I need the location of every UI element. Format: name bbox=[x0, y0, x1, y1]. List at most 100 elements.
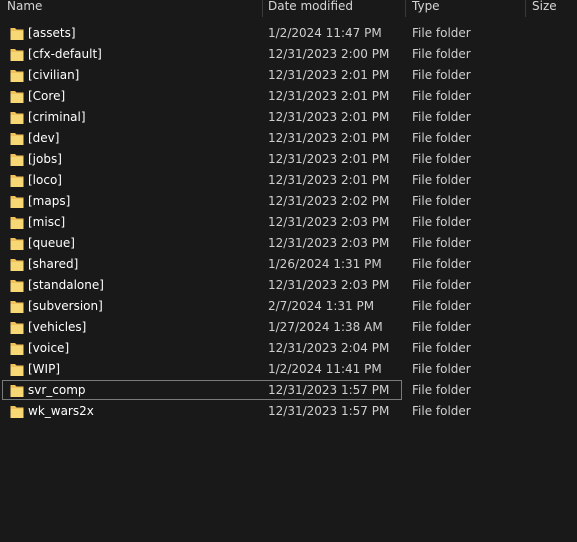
file-name[interactable]: svr_comp bbox=[28, 380, 86, 401]
file-type: File folder bbox=[412, 47, 471, 61]
file-type: File folder bbox=[412, 404, 471, 418]
folder-icon bbox=[10, 154, 24, 166]
folder-icon bbox=[10, 28, 24, 40]
column-divider[interactable] bbox=[405, 0, 406, 17]
file-row[interactable]: [shared] 1/26/2024 1:31 PM File folder bbox=[0, 254, 577, 275]
file-name[interactable]: [misc] bbox=[28, 212, 65, 233]
file-date-modified: 12/31/2023 2:02 PM bbox=[268, 194, 390, 208]
file-row[interactable]: [queue] 12/31/2023 2:03 PM File folder bbox=[0, 233, 577, 254]
file-row[interactable]: [assets] 1/2/2024 11:47 PM File folder bbox=[0, 23, 577, 44]
folder-icon bbox=[10, 385, 24, 397]
file-name[interactable]: [shared] bbox=[28, 254, 78, 275]
file-type: File folder bbox=[412, 89, 471, 103]
file-type: File folder bbox=[412, 299, 471, 313]
file-date-modified: 12/31/2023 2:01 PM bbox=[268, 152, 390, 166]
file-date-modified: 12/31/2023 2:03 PM bbox=[268, 236, 390, 250]
file-name[interactable]: [queue] bbox=[28, 233, 75, 254]
file-row[interactable]: [maps] 12/31/2023 2:02 PM File folder bbox=[0, 191, 577, 212]
file-row[interactable]: [voice] 12/31/2023 2:04 PM File folder bbox=[0, 338, 577, 359]
file-row[interactable]: [cfx-default] 12/31/2023 2:00 PM File fold… bbox=[0, 44, 577, 65]
file-name[interactable]: [assets] bbox=[28, 23, 76, 44]
file-type: File folder bbox=[412, 236, 471, 250]
column-divider[interactable] bbox=[262, 0, 263, 17]
column-header-size[interactable]: Size bbox=[532, 0, 557, 17]
file-type: File folder bbox=[412, 341, 471, 355]
file-type: File folder bbox=[412, 383, 471, 397]
file-date-modified: 1/26/2024 1:31 PM bbox=[268, 257, 382, 271]
file-type: File folder bbox=[412, 68, 471, 82]
file-date-modified: 12/31/2023 1:57 PM bbox=[268, 404, 390, 418]
file-date-modified: 1/27/2024 1:38 AM bbox=[268, 320, 383, 334]
folder-icon bbox=[10, 133, 24, 145]
file-date-modified: 12/31/2023 2:00 PM bbox=[268, 47, 390, 61]
file-type: File folder bbox=[412, 215, 471, 229]
file-type: File folder bbox=[412, 173, 471, 187]
file-name[interactable]: [civilian] bbox=[28, 65, 79, 86]
folder-icon bbox=[10, 217, 24, 229]
file-row[interactable]: [standalone] 12/31/2023 2:03 PM File folde… bbox=[0, 275, 577, 296]
folder-icon bbox=[10, 70, 24, 82]
file-row[interactable]: svr_comp 12/31/2023 1:57 PM File folder bbox=[0, 380, 577, 401]
file-type: File folder bbox=[412, 362, 471, 376]
file-name[interactable]: wk_wars2x bbox=[28, 401, 94, 422]
file-row[interactable]: [dev] 12/31/2023 2:01 PM File folder bbox=[0, 128, 577, 149]
file-type: File folder bbox=[412, 320, 471, 334]
file-name[interactable]: [subversion] bbox=[28, 296, 103, 317]
folder-icon bbox=[10, 49, 24, 61]
column-header-type[interactable]: Type bbox=[412, 0, 440, 17]
column-divider[interactable] bbox=[525, 0, 526, 17]
file-date-modified: 12/31/2023 2:01 PM bbox=[268, 131, 390, 145]
file-row[interactable]: [civilian] 12/31/2023 2:01 PM File folder bbox=[0, 65, 577, 86]
file-date-modified: 12/31/2023 2:01 PM bbox=[268, 173, 390, 187]
file-type: File folder bbox=[412, 26, 471, 40]
file-name[interactable]: [criminal] bbox=[28, 107, 86, 128]
file-name[interactable]: [WIP] bbox=[28, 359, 60, 380]
file-name[interactable]: [maps] bbox=[28, 191, 70, 212]
file-row[interactable]: [vehicles] 1/27/2024 1:38 AM File folder bbox=[0, 317, 577, 338]
file-date-modified: 1/2/2024 11:41 PM bbox=[268, 362, 382, 376]
file-date-modified: 12/31/2023 2:03 PM bbox=[268, 278, 390, 292]
folder-icon bbox=[10, 301, 24, 313]
file-date-modified: 12/31/2023 2:01 PM bbox=[268, 89, 390, 103]
folder-icon bbox=[10, 238, 24, 250]
column-header-date-modified[interactable]: Date modified bbox=[268, 0, 353, 17]
file-row[interactable]: [jobs] 12/31/2023 2:01 PM File folder bbox=[0, 149, 577, 170]
file-row[interactable]: [loco] 12/31/2023 2:01 PM File folder bbox=[0, 170, 577, 191]
folder-icon bbox=[10, 196, 24, 208]
folder-icon bbox=[10, 91, 24, 103]
file-type: File folder bbox=[412, 194, 471, 208]
file-name[interactable]: [standalone] bbox=[28, 275, 104, 296]
file-name[interactable]: [cfx-default] bbox=[28, 44, 102, 65]
file-date-modified: 12/31/2023 2:01 PM bbox=[268, 68, 390, 82]
folder-icon bbox=[10, 343, 24, 355]
file-date-modified: 1/2/2024 11:47 PM bbox=[268, 26, 382, 40]
file-row[interactable]: [Core] 12/31/2023 2:01 PM File folder bbox=[0, 86, 577, 107]
folder-icon bbox=[10, 112, 24, 124]
folder-icon bbox=[10, 259, 24, 271]
file-row[interactable]: [WIP] 1/2/2024 11:41 PM File folder bbox=[0, 359, 577, 380]
file-row[interactable]: [criminal] 12/31/2023 2:01 PM File folder bbox=[0, 107, 577, 128]
file-name[interactable]: [loco] bbox=[28, 170, 62, 191]
file-name[interactable]: [jobs] bbox=[28, 149, 62, 170]
file-type: File folder bbox=[412, 110, 471, 124]
file-date-modified: 12/31/2023 2:03 PM bbox=[268, 215, 390, 229]
file-name[interactable]: [dev] bbox=[28, 128, 59, 149]
file-row[interactable]: wk_wars2x 12/31/2023 1:57 PM File folder bbox=[0, 401, 577, 422]
file-date-modified: 12/31/2023 2:04 PM bbox=[268, 341, 390, 355]
folder-icon bbox=[10, 175, 24, 187]
file-row[interactable]: [misc] 12/31/2023 2:03 PM File folder bbox=[0, 212, 577, 233]
folder-icon bbox=[10, 364, 24, 376]
file-name[interactable]: [vehicles] bbox=[28, 317, 86, 338]
file-date-modified: 2/7/2024 1:31 PM bbox=[268, 299, 375, 313]
file-date-modified: 12/31/2023 2:01 PM bbox=[268, 110, 390, 124]
folder-icon bbox=[10, 406, 24, 418]
column-header-name[interactable]: Name bbox=[7, 0, 42, 17]
file-name[interactable]: [voice] bbox=[28, 338, 69, 359]
file-type: File folder bbox=[412, 152, 471, 166]
file-date-modified: 12/31/2023 1:57 PM bbox=[268, 383, 390, 397]
file-row[interactable]: [subversion] 2/7/2024 1:31 PM File folder bbox=[0, 296, 577, 317]
file-name[interactable]: [Core] bbox=[28, 86, 65, 107]
file-type: File folder bbox=[412, 257, 471, 271]
file-type: File folder bbox=[412, 278, 471, 292]
column-header-bar: Name Date modified Type Size bbox=[0, 0, 577, 17]
